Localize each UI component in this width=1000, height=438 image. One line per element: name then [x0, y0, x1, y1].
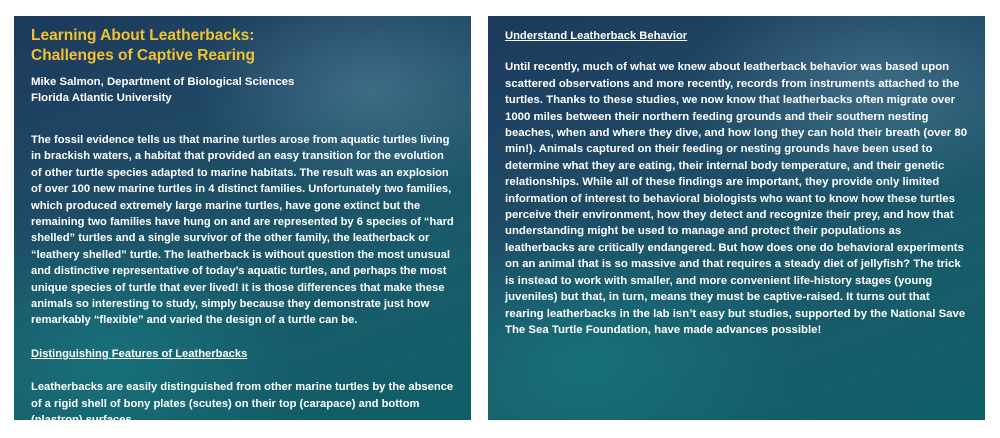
section-heading-distinguishing-features: Distinguishing Features of Leatherbacks	[31, 347, 248, 360]
author-affiliation: Florida Atlantic University	[31, 91, 172, 104]
article-title: Learning About Leatherbacks: Challenges …	[31, 26, 457, 66]
behavior-paragraph: Until recently, much of what we knew abo…	[505, 61, 968, 336]
author-name: Mike Salmon, Department of Biological Sc…	[31, 76, 295, 88]
distinguishing-features-paragraph: Leatherbacks are easily distinguished fr…	[31, 381, 454, 420]
intro-paragraph: The fossil evidence tells us that marine…	[31, 134, 454, 327]
author-block: Mike Salmon, Department of Biological Sc…	[31, 75, 457, 106]
title-line-1: Learning About Leatherbacks:	[31, 27, 255, 44]
right-panel: Understand Leatherback Behavior Until re…	[488, 16, 985, 420]
left-panel: Learning About Leatherbacks: Challenges …	[14, 16, 471, 420]
section-heading-behavior: Understand Leatherback Behavior	[505, 30, 688, 42]
title-line-2: Challenges of Captive Rearing	[31, 47, 255, 64]
